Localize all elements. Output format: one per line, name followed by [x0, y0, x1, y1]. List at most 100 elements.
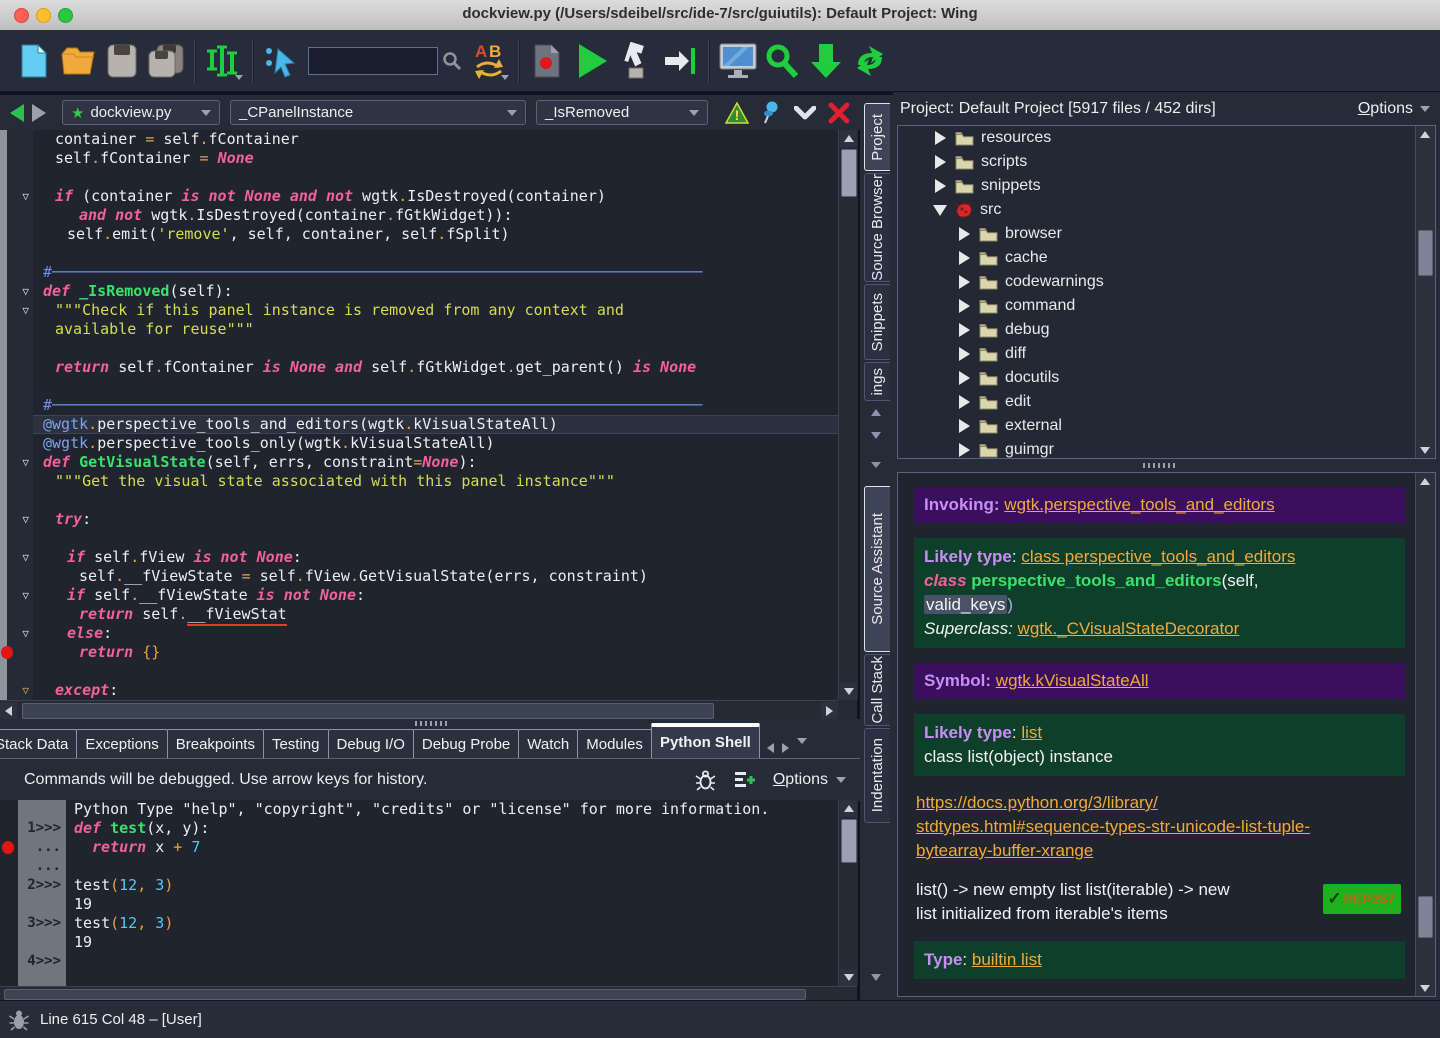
- shell-line[interactable]: Python Type "help", "copyright", "credit…: [0, 800, 838, 819]
- caret-right-icon[interactable]: [935, 155, 946, 169]
- fold-toggle-icon[interactable]: ▽: [22, 682, 29, 699]
- code-line[interactable]: ▽if (container is not None and not wgtk.…: [0, 187, 838, 206]
- strip-scroll-down-icon[interactable]: [868, 970, 884, 985]
- code-line[interactable]: """Get the visual state associated with …: [0, 472, 838, 491]
- status-bug-icon[interactable]: [8, 1008, 30, 1032]
- forward-arrow-icon[interactable]: [28, 102, 50, 124]
- breakpoint-icon[interactable]: [1, 646, 13, 659]
- shell-line[interactable]: 4>>>: [0, 952, 838, 971]
- scroll-up-icon[interactable]: [1417, 126, 1433, 142]
- shell-margin[interactable]: [0, 895, 18, 914]
- editor-hscrollbar[interactable]: [0, 700, 838, 720]
- assistant-link[interactable]: class perspective_tools_and_editors: [1021, 547, 1295, 566]
- scroll-thumb[interactable]: [1418, 896, 1433, 938]
- tab-exceptions[interactable]: Exceptions: [76, 729, 167, 758]
- tab-watch[interactable]: Watch: [518, 729, 578, 758]
- gutter-cell[interactable]: ▽: [0, 624, 33, 643]
- gutter-cell[interactable]: [0, 339, 33, 358]
- scroll-down-icon[interactable]: [840, 969, 857, 986]
- save-all-button[interactable]: [146, 39, 186, 83]
- fold-toggle-icon[interactable]: ▽: [22, 625, 29, 642]
- code-line[interactable]: [0, 244, 838, 263]
- caret-right-icon[interactable]: [959, 371, 970, 385]
- file-selector[interactable]: ★ dockview.py: [62, 100, 220, 125]
- tree-item-diff[interactable]: diff: [898, 342, 1435, 366]
- back-arrow-icon[interactable]: [6, 102, 28, 124]
- gutter-cell[interactable]: ▽: [0, 453, 33, 472]
- shell-line[interactable]: 1>>>def test(x, y):: [0, 819, 838, 838]
- caret-right-icon[interactable]: [959, 251, 970, 265]
- caret-right-icon[interactable]: [959, 347, 970, 361]
- tree-item-browser[interactable]: browser: [898, 222, 1435, 246]
- code-line[interactable]: ▽"""Check if this panel instance is remo…: [0, 301, 838, 320]
- chevron-down-icon[interactable]: [790, 100, 820, 126]
- code-line[interactable]: [0, 377, 838, 396]
- gutter-cell[interactable]: [0, 320, 33, 339]
- caret-right-icon[interactable]: [959, 227, 970, 241]
- fold-toggle-icon[interactable]: ▽: [22, 587, 29, 604]
- gutter-cell[interactable]: [0, 491, 33, 510]
- fold-toggle-icon[interactable]: ▽: [22, 188, 29, 205]
- tree-item-src[interactable]: src: [898, 198, 1435, 222]
- save-button[interactable]: [102, 39, 142, 83]
- profile-bars-button[interactable]: [204, 39, 244, 83]
- gutter-cell[interactable]: [0, 168, 33, 187]
- tool-tab-snippets[interactable]: Snippets: [864, 284, 890, 360]
- gutter-cell[interactable]: [0, 149, 33, 168]
- shell-margin[interactable]: [0, 933, 18, 952]
- project-options-button[interactable]: Options: [1358, 100, 1430, 118]
- tabs-menu-icon[interactable]: [797, 738, 807, 744]
- scroll-thumb[interactable]: [841, 819, 857, 863]
- step-into-button[interactable]: [616, 39, 656, 83]
- scroll-thumb[interactable]: [1418, 230, 1433, 276]
- code-line[interactable]: [0, 491, 838, 510]
- shell-vscrollbar[interactable]: [838, 800, 858, 986]
- gutter-cell[interactable]: ▽: [0, 586, 33, 605]
- gutter-cell[interactable]: [0, 225, 33, 244]
- shell-margin[interactable]: [0, 857, 18, 876]
- shell-line[interactable]: ...return x + 7: [0, 838, 838, 857]
- code-line[interactable]: [0, 529, 838, 548]
- gutter-cell[interactable]: [0, 377, 33, 396]
- tree-item-resources[interactable]: resources: [898, 126, 1435, 150]
- tool-tab-source-assistant[interactable]: Source Assistant: [864, 486, 890, 652]
- code-line[interactable]: and not wgtk.IsDestroyed(container.fGtkW…: [0, 206, 838, 225]
- gutter-cell[interactable]: [0, 434, 33, 453]
- scroll-thumb[interactable]: [22, 703, 714, 719]
- close-x-icon[interactable]: [824, 100, 854, 126]
- warning-triangle-icon[interactable]: !: [722, 100, 752, 126]
- assistant-link[interactable]: stdtypes.html#sequence-types-str-unicode…: [916, 817, 1310, 836]
- shell-line[interactable]: 19: [0, 933, 838, 952]
- code-line[interactable]: self.__fViewState = self.fView.GetVisual…: [0, 567, 838, 586]
- gutter-cell[interactable]: ▽: [0, 548, 33, 567]
- tool-tab-project[interactable]: Project: [864, 103, 890, 171]
- code-line[interactable]: ▽try:: [0, 510, 838, 529]
- gutter-cell[interactable]: ▽: [0, 681, 33, 700]
- caret-right-icon[interactable]: [935, 131, 946, 145]
- tool-tab-source-browser[interactable]: Source Browser: [864, 173, 890, 282]
- scroll-up-icon[interactable]: [840, 800, 857, 817]
- assistant-link[interactable]: wgtk.kVisualStateAll: [996, 671, 1149, 690]
- pointer-select-button[interactable]: [262, 39, 302, 83]
- assistant-link[interactable]: wgtk._CVisualStateDecorator: [1018, 619, 1240, 638]
- tab-debug-probe[interactable]: Debug Probe: [413, 729, 519, 758]
- shell-line[interactable]: ...: [0, 857, 838, 876]
- tree-item-snippets[interactable]: snippets: [898, 174, 1435, 198]
- gutter-cell[interactable]: [0, 643, 33, 662]
- scroll-up-icon[interactable]: [840, 130, 857, 147]
- shell-margin[interactable]: [0, 838, 18, 857]
- tree-item-cache[interactable]: cache: [898, 246, 1435, 270]
- member-selector[interactable]: _IsRemoved: [536, 100, 708, 125]
- tabs-scroll-right-icon[interactable]: [782, 743, 789, 753]
- caret-right-icon[interactable]: [959, 443, 970, 457]
- class-selector[interactable]: _CPanelInstance: [230, 100, 526, 125]
- code-line[interactable]: self.fContainer = None: [0, 149, 838, 168]
- caret-right-icon[interactable]: [959, 419, 970, 433]
- replace-ab-button[interactable]: AB: [470, 39, 510, 83]
- tool-tab-indentation[interactable]: Indentation: [864, 728, 890, 823]
- scroll-thumb[interactable]: [4, 989, 806, 1000]
- fold-toggle-icon[interactable]: ▽: [22, 302, 29, 319]
- fold-toggle-icon[interactable]: ▽: [22, 283, 29, 300]
- tab-testing[interactable]: Testing: [263, 729, 329, 758]
- scroll-down-icon[interactable]: [840, 683, 857, 700]
